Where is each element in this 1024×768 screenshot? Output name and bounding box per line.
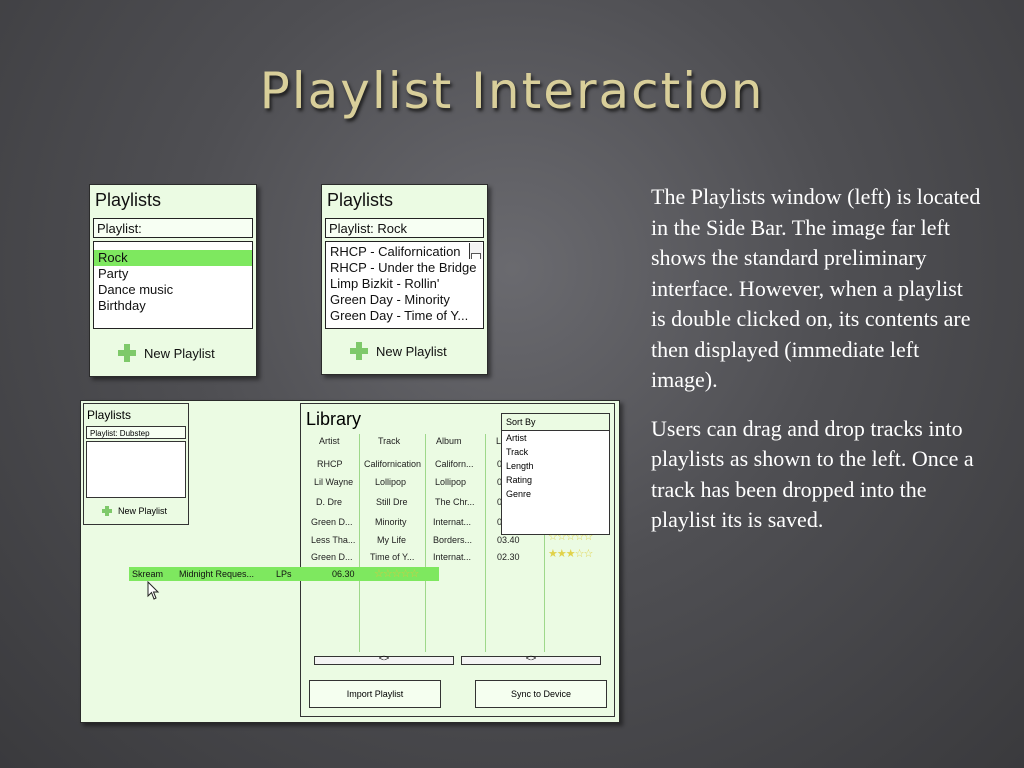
sort-option[interactable]: Artist: [502, 431, 609, 445]
sort-option[interactable]: Rating: [502, 473, 609, 487]
playlist-item[interactable]: Party: [94, 266, 252, 282]
playlist-field[interactable]: Playlist: Rock: [325, 218, 484, 238]
horizontal-scrollbar[interactable]: <>: [314, 653, 454, 665]
track-item[interactable]: Green Day - Time of Y...: [326, 308, 483, 324]
sync-to-device-button[interactable]: Sync to Device: [475, 680, 607, 708]
cell-length[interactable]: 03.40: [497, 535, 520, 545]
plus-icon: [118, 344, 136, 362]
cell-album[interactable]: The Chr...: [435, 497, 475, 507]
dragged-album: LPs: [276, 569, 292, 579]
mini-playlist-list[interactable]: [86, 441, 186, 498]
mini-new-playlist-button[interactable]: New Playlist: [102, 506, 167, 516]
mouse-cursor-icon: [147, 581, 160, 600]
playlists-header: Playlists: [327, 190, 394, 210]
column-divider: [485, 434, 486, 652]
cell-length[interactable]: 02.30: [497, 552, 520, 562]
new-playlist-label: New Playlist: [144, 345, 215, 361]
cell-track[interactable]: Still Dre: [376, 497, 408, 507]
column-divider: [425, 434, 426, 652]
sort-by-header: Sort By: [502, 414, 609, 431]
plus-icon: [102, 506, 112, 516]
playlists-panel-expanded: Playlists Playlist: Rock RHCP - Californ…: [321, 184, 488, 375]
vertical-scrollbar[interactable]: [469, 243, 482, 259]
library-screenshot: Playlists Playlist: Dubstep New Playlist…: [80, 400, 620, 723]
mini-playlist-field[interactable]: Playlist: Dubstep: [86, 426, 186, 439]
cell-album[interactable]: Borders...: [433, 535, 472, 545]
cell-artist[interactable]: Less Tha...: [311, 535, 355, 545]
playlists-header: Playlists: [95, 190, 162, 210]
cell-album[interactable]: Lollipop: [435, 477, 466, 487]
cell-track[interactable]: Minority: [375, 517, 407, 527]
cell-artist[interactable]: Lil Wayne: [314, 477, 353, 487]
cell-album[interactable]: Internat...: [433, 552, 471, 562]
playlist-field[interactable]: Playlist:: [93, 218, 253, 238]
rating-stars[interactable]: ★★★☆☆: [548, 547, 593, 560]
cell-track[interactable]: Lollipop: [375, 477, 406, 487]
mini-new-playlist-label: New Playlist: [118, 506, 168, 516]
dragged-artist: Skream: [132, 569, 164, 579]
track-item[interactable]: RHCP - Under the Bridge: [326, 260, 483, 276]
track-item[interactable]: Green Day - Minority: [326, 292, 483, 308]
cell-artist[interactable]: D. Dre: [316, 497, 342, 507]
mini-playlists-panel: Playlists Playlist: Dubstep New Playlist: [83, 403, 189, 525]
slide-body: The Playlists window (left) is located i…: [651, 182, 981, 554]
cell-track[interactable]: Time of Y...: [370, 552, 414, 562]
new-playlist-button[interactable]: New Playlist: [118, 344, 215, 362]
playlist-list[interactable]: Rock Party Dance music Birthday: [93, 241, 253, 329]
dragged-track-row[interactable]: Skream Midnight Reques... LPs 06.30 ☆☆☆☆…: [129, 567, 439, 581]
track-item[interactable]: RHCP - Californication: [326, 244, 483, 260]
cell-artist[interactable]: Green D...: [311, 517, 353, 527]
scrollbar-thumb[interactable]: [471, 253, 481, 259]
slide-title: Playlist Interaction: [259, 62, 765, 120]
playlists-panel-default: Playlists Playlist: Rock Party Dance mus…: [89, 184, 257, 377]
sort-option[interactable]: Length: [502, 459, 609, 473]
playlist-item[interactable]: Rock: [94, 250, 252, 266]
sort-option[interactable]: Track: [502, 445, 609, 459]
column-divider: [359, 434, 360, 652]
track-item[interactable]: Limp Bizkit - Rollin': [326, 276, 483, 292]
cell-album[interactable]: Internat...: [433, 517, 471, 527]
cell-artist[interactable]: RHCP: [317, 459, 343, 469]
cell-artist[interactable]: Green D...: [311, 552, 353, 562]
cell-album[interactable]: Californ...: [435, 459, 474, 469]
dragged-stars: ☆☆☆☆☆: [374, 568, 419, 580]
cell-track[interactable]: My Life: [377, 535, 406, 545]
new-playlist-button[interactable]: New Playlist: [350, 342, 447, 360]
sort-by-dropdown[interactable]: Sort By Artist Track Length Rating Genre: [501, 413, 610, 535]
scroll-arrows-icon: <>: [525, 653, 537, 663]
dragged-track: Midnight Reques...: [179, 569, 255, 579]
cell-track[interactable]: Californication: [364, 459, 421, 469]
column-header-artist[interactable]: Artist: [319, 436, 340, 446]
scroll-arrows-icon: <>: [378, 653, 390, 663]
mini-playlists-header: Playlists: [87, 408, 132, 422]
playlist-item[interactable]: Birthday: [94, 298, 252, 314]
library-window: Library Artist Track Album L RHCP Califo…: [300, 403, 615, 717]
body-paragraph: Users can drag and drop tracks into play…: [651, 415, 974, 533]
playlist-item[interactable]: Dance music: [94, 282, 252, 298]
library-title: Library: [306, 409, 362, 429]
horizontal-scrollbar[interactable]: <>: [461, 653, 601, 665]
new-playlist-label: New Playlist: [376, 343, 447, 359]
playlist-track-list[interactable]: RHCP - Californication RHCP - Under the …: [325, 241, 484, 329]
sort-option[interactable]: Genre: [502, 487, 609, 501]
column-header-album[interactable]: Album: [436, 436, 462, 446]
column-header-track[interactable]: Track: [378, 436, 400, 446]
body-paragraph: The Playlists window (left) is located i…: [651, 184, 981, 392]
plus-icon: [350, 342, 368, 360]
dragged-length: 06.30: [332, 569, 355, 579]
import-playlist-button[interactable]: Import Playlist: [309, 680, 441, 708]
